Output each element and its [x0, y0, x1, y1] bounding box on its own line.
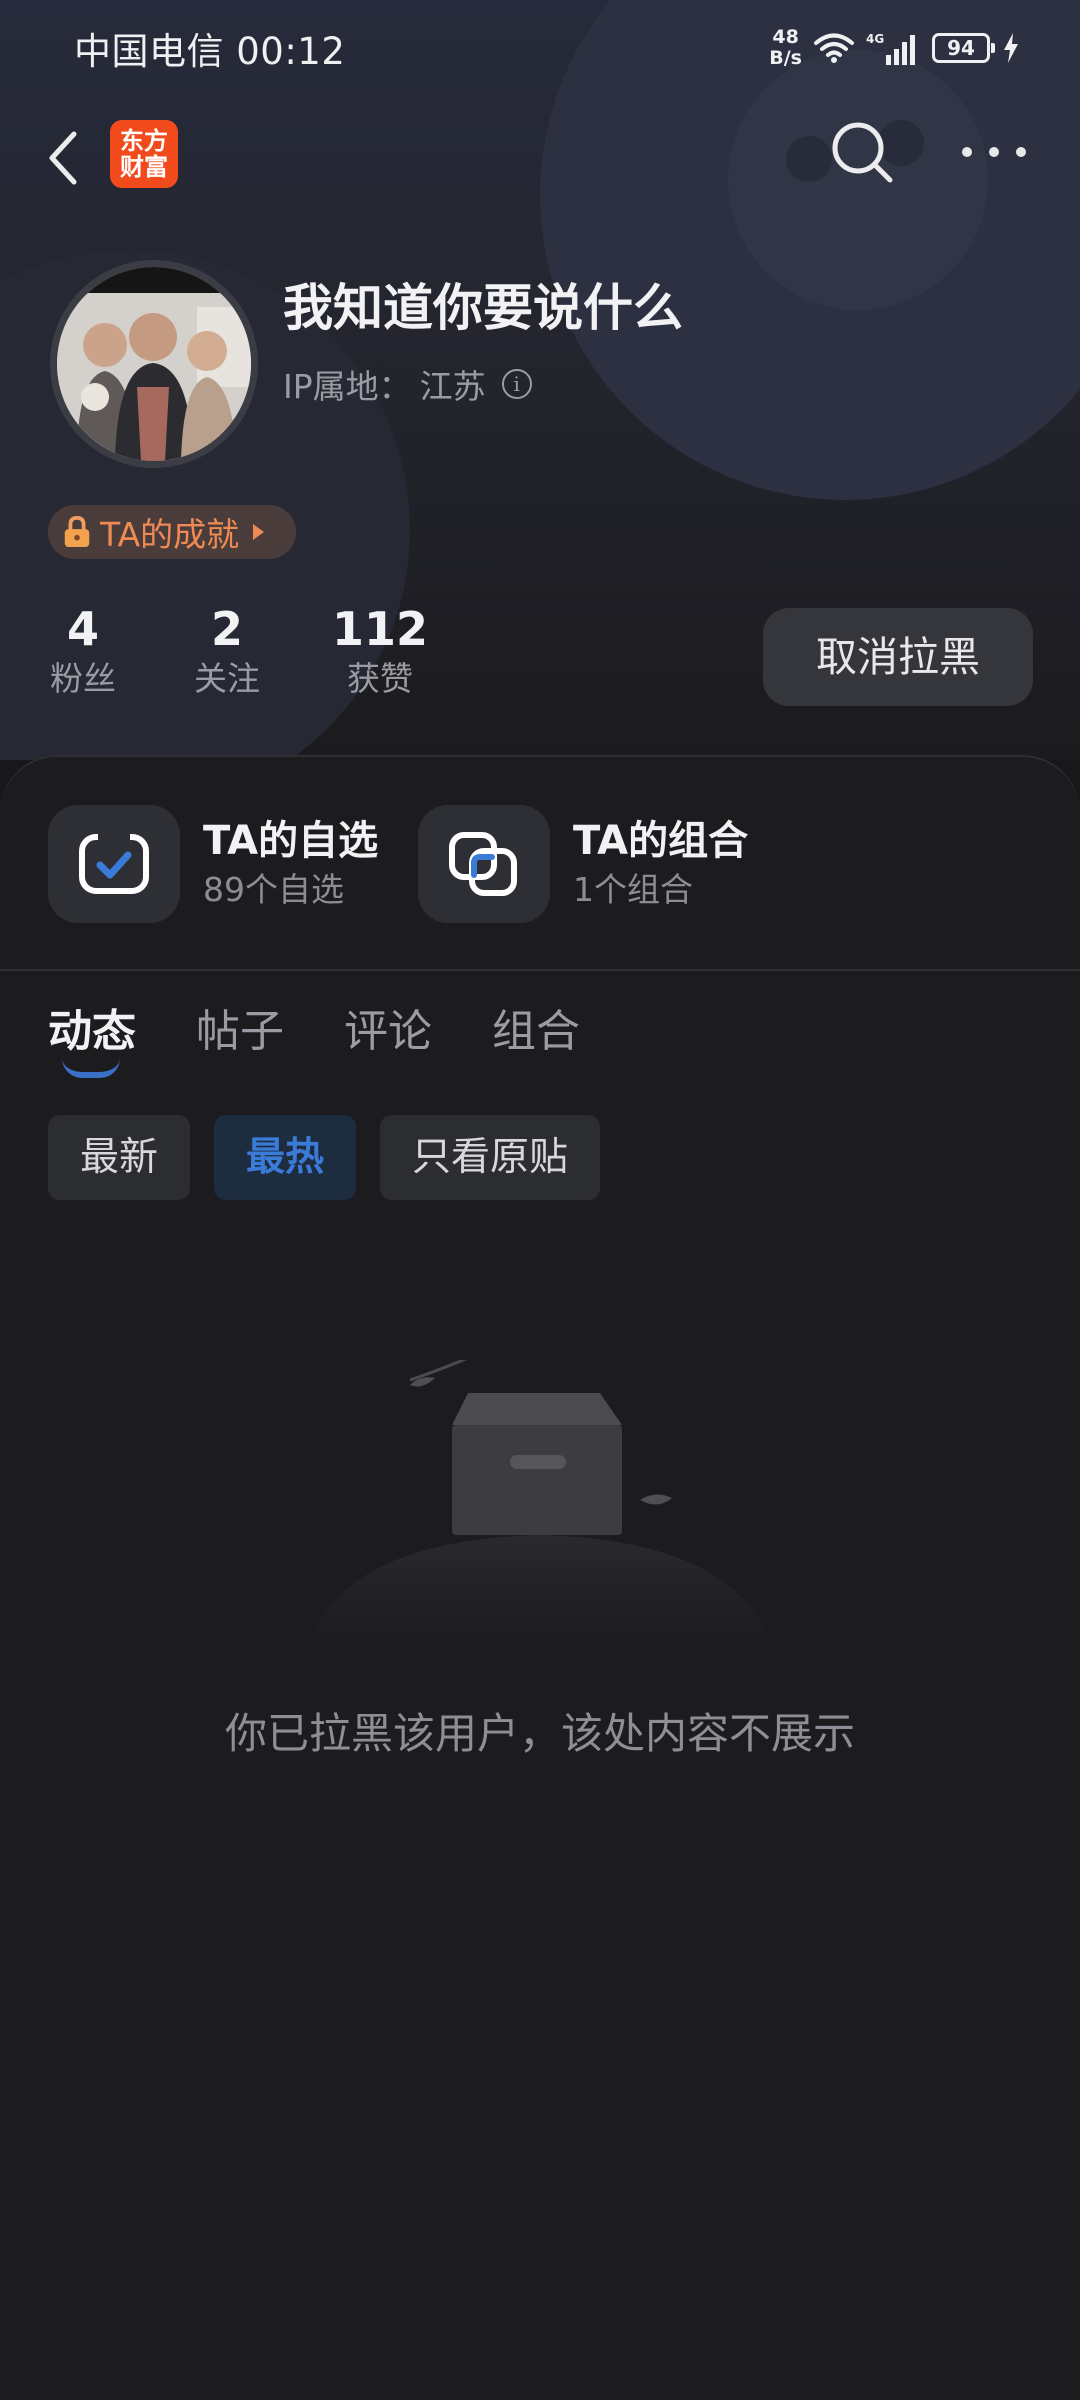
tab-posts[interactable]: 帖子 — [196, 1000, 284, 1064]
blocked-empty-message: 你已拉黑该用户，该处内容不展示 — [224, 1709, 855, 1758]
wifi-icon — [814, 33, 854, 63]
top-nav: 东方 财富 — [0, 110, 1080, 200]
avatar-photo — [57, 267, 251, 461]
cellular-signal-icon: 4G — [866, 32, 915, 65]
search-icon — [832, 122, 893, 183]
likes-count: 112 — [331, 602, 429, 656]
carrier-time: 中国电信 00:12 — [74, 30, 346, 73]
followers-count: 4 — [66, 602, 99, 656]
following-label: 关注 — [194, 659, 260, 698]
stat-following[interactable]: 2 关注 — [192, 600, 262, 700]
more-options-button[interactable] — [962, 140, 1026, 164]
portfolio-icon-wrap — [418, 805, 550, 923]
user-nickname: 我知道你要说什么 — [283, 279, 683, 337]
battery-indicator: 94 — [932, 33, 995, 63]
dot-icon — [962, 147, 972, 157]
status-bar: 中国电信 00:12 48 B/s 4G 94 — [0, 0, 1080, 96]
stat-followers[interactable]: 4 粉丝 — [48, 600, 118, 700]
portfolio-title: TA的组合 — [573, 818, 749, 864]
app-logo: 东方 财富 — [110, 120, 178, 188]
portfolio-count: 1个组合 — [573, 870, 693, 909]
lock-icon — [64, 516, 90, 548]
filter-hottest[interactable]: 最热 — [214, 1115, 357, 1200]
unblock-button[interactable]: 取消拉黑 — [763, 608, 1033, 706]
dot-icon — [1016, 147, 1026, 157]
back-button[interactable] — [40, 128, 92, 188]
network-speed: 48 B/s — [769, 26, 802, 69]
filter-original-only[interactable]: 只看原贴 — [380, 1115, 601, 1200]
following-count: 2 — [210, 602, 243, 656]
tab-activity[interactable]: 动态 — [48, 1000, 136, 1064]
ip-location: 江苏 — [419, 367, 486, 406]
tab-portfolios[interactable]: 组合 — [492, 1000, 580, 1064]
empty-box-illustration — [310, 1360, 770, 1640]
ip-label: IP属地： — [283, 367, 412, 406]
achievement-label: TA的成就 — [100, 515, 240, 554]
chevron-left-icon — [49, 131, 77, 185]
filter-latest[interactable]: 最新 — [48, 1115, 191, 1200]
filter-chips: 最新 最热 只看原贴 — [48, 1115, 601, 1200]
avatar[interactable] — [50, 260, 258, 468]
charging-icon — [1004, 33, 1018, 63]
info-icon[interactable]: i — [501, 369, 532, 399]
watchlist-entry[interactable]: TA的自选 89个自选 — [48, 805, 378, 923]
stat-likes[interactable]: 112 获赞 — [330, 600, 430, 700]
watchlist-count: 89个自选 — [203, 870, 344, 909]
portfolio-entry[interactable]: TA的组合 1个组合 — [418, 805, 748, 923]
watchlist-icon-wrap — [48, 805, 180, 923]
likes-label: 获赞 — [347, 659, 413, 698]
triangle-right-icon — [253, 524, 265, 540]
checkbox-icon — [79, 833, 149, 894]
followers-label: 粉丝 — [50, 659, 116, 698]
content-tabs: 动态 帖子 评论 组合 — [48, 1000, 580, 1064]
dot-icon — [989, 147, 999, 157]
tab-comments[interactable]: 评论 — [344, 1000, 432, 1064]
search-button[interactable] — [828, 118, 898, 188]
ip-location-row: IP属地： 江苏 i — [283, 360, 532, 408]
achievement-button[interactable]: TA的成就 — [48, 505, 296, 559]
svg-text:4G: 4G — [866, 32, 884, 46]
watchlist-title: TA的自选 — [203, 818, 379, 864]
overlapping-squares-icon — [449, 832, 517, 896]
section-divider — [0, 969, 1080, 971]
